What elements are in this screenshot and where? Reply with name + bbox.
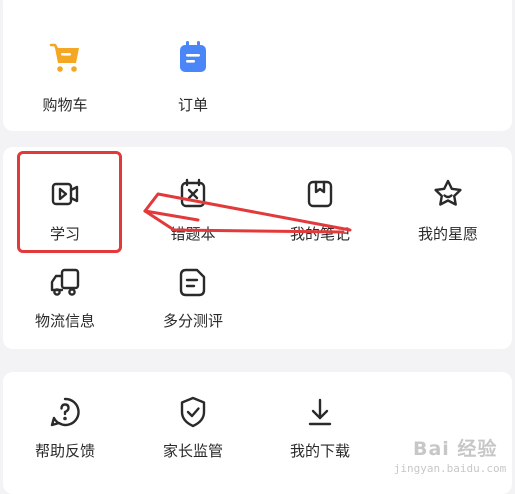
logistics-label: 物流信息 bbox=[34, 312, 95, 330]
evaluation-doc-icon bbox=[175, 264, 211, 300]
wrong-question-book-label: 错题本 bbox=[170, 225, 216, 243]
orders-label: 订单 bbox=[177, 96, 208, 114]
my-notes-label: 我的笔记 bbox=[289, 225, 350, 243]
baidu-watermark: Bai 经验 jingyan.baidu.com bbox=[391, 430, 509, 484]
watermark-sub-text: jingyan.baidu.com bbox=[393, 462, 507, 475]
wrong-question-book-icon bbox=[175, 176, 211, 212]
delivery-truck-icon bbox=[47, 264, 83, 300]
shopping-cart-label: 购物车 bbox=[42, 96, 88, 114]
evaluation-label: 多分测评 bbox=[162, 312, 223, 330]
download-icon bbox=[302, 394, 338, 430]
star-wish-icon bbox=[430, 176, 466, 212]
parental-control-label: 家长监管 bbox=[162, 442, 223, 460]
order-notebook-icon bbox=[175, 39, 211, 75]
my-downloads-label: 我的下载 bbox=[289, 442, 350, 460]
help-question-icon bbox=[47, 394, 83, 430]
shield-check-icon bbox=[175, 394, 211, 430]
notes-icon bbox=[302, 176, 338, 212]
shopping-cart-icon bbox=[47, 39, 83, 75]
help-feedback-label: 帮助反馈 bbox=[34, 442, 95, 460]
my-wish-label: 我的星愿 bbox=[417, 225, 478, 243]
watermark-main-text: Bai 经验 bbox=[413, 438, 498, 460]
study-highlight-box bbox=[17, 151, 122, 253]
